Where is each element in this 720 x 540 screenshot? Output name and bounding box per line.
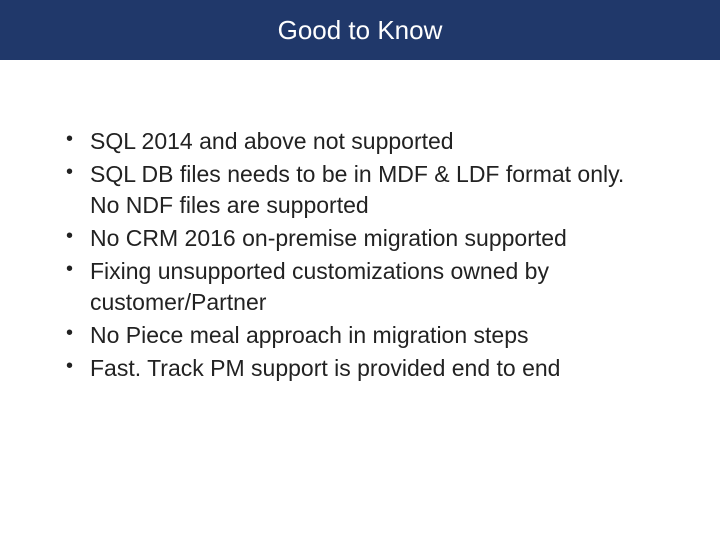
- list-item: Fast. Track PM support is provided end t…: [60, 353, 660, 384]
- list-item: SQL DB files needs to be in MDF & LDF fo…: [60, 159, 660, 221]
- slide-header: Good to Know: [0, 0, 720, 60]
- slide-content: SQL 2014 and above not supported SQL DB …: [0, 60, 720, 384]
- list-item: No CRM 2016 on-premise migration support…: [60, 223, 660, 254]
- slide-title: Good to Know: [278, 15, 443, 46]
- list-item: Fixing unsupported customizations owned …: [60, 256, 660, 318]
- list-item: No Piece meal approach in migration step…: [60, 320, 660, 351]
- bullet-list: SQL 2014 and above not supported SQL DB …: [60, 126, 660, 384]
- list-item: SQL 2014 and above not supported: [60, 126, 660, 157]
